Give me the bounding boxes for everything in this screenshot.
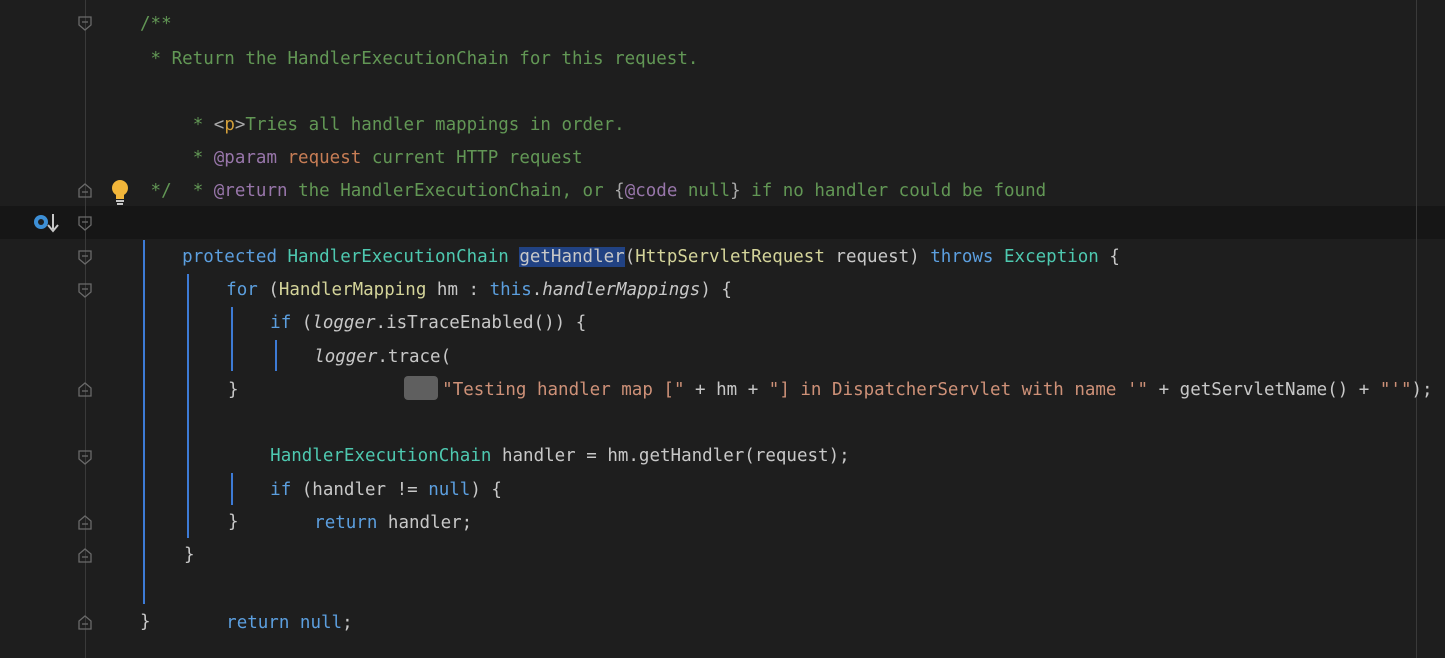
code-line[interactable]: * Return the HandlerExecutionChain for t… bbox=[140, 43, 699, 76]
code-editor[interactable]: /** * Return the HandlerExecutionChain f… bbox=[0, 0, 1445, 658]
fold-open-icon[interactable] bbox=[77, 450, 93, 466]
code-line[interactable]: * @return the HandlerExecutionChain, or … bbox=[140, 142, 1046, 201]
fold-open-icon[interactable] bbox=[77, 16, 93, 32]
code-line[interactable]: } bbox=[228, 506, 239, 539]
javadoc-tag: @code bbox=[624, 181, 678, 201]
code-line[interactable]: "Testing handler map [" + hm + "] in Dis… bbox=[362, 341, 1433, 400]
override-method-icon[interactable] bbox=[32, 211, 60, 235]
keyword: throws bbox=[930, 247, 1005, 267]
code-line[interactable]: } bbox=[228, 374, 239, 407]
code-line[interactable]: } bbox=[140, 606, 151, 639]
brace: ) { bbox=[700, 280, 732, 300]
javadoc-brace: } bbox=[730, 181, 741, 201]
right-margin-guide bbox=[1416, 0, 1417, 658]
brace: ) { bbox=[470, 480, 502, 500]
statement-end: ; bbox=[342, 613, 353, 633]
fold-close-icon[interactable] bbox=[77, 182, 93, 198]
statement-end: ); bbox=[1411, 380, 1433, 400]
code-line[interactable]: for (HandlerMapping hm : this.handlerMap… bbox=[184, 241, 732, 300]
keyword: return bbox=[314, 513, 388, 533]
comment-text: null bbox=[677, 181, 731, 201]
code-line[interactable]: HandlerExecutionChain handler = hm.getHa… bbox=[228, 407, 850, 466]
code-line[interactable]: return handler; bbox=[272, 474, 472, 533]
code-line[interactable]: if (handler != null) { bbox=[228, 441, 502, 500]
brace: { bbox=[1098, 247, 1120, 267]
fold-open-icon[interactable] bbox=[77, 216, 93, 232]
code-line[interactable]: protected HandlerExecutionChain getHandl… bbox=[140, 208, 1120, 267]
string-literal: "'" bbox=[1379, 380, 1412, 400]
code-line[interactable]: * @param request current HTTP request bbox=[140, 109, 583, 168]
lightbulb-icon[interactable] bbox=[109, 178, 131, 206]
string-literal: "Testing handler map [" bbox=[442, 380, 685, 400]
code-line[interactable]: } bbox=[184, 539, 195, 572]
statement: handler; bbox=[387, 513, 473, 533]
code-line[interactable]: logger.trace( bbox=[272, 308, 451, 367]
comment-text: * bbox=[182, 181, 214, 201]
code-line[interactable]: /** bbox=[140, 8, 172, 41]
comment-text: the HandlerExecutionChain, or bbox=[287, 181, 615, 201]
fold-open-icon[interactable] bbox=[77, 250, 93, 266]
fold-open-icon[interactable] bbox=[77, 283, 93, 299]
parameter-hint-icon[interactable] bbox=[404, 376, 439, 400]
javadoc-tag: @return bbox=[213, 181, 288, 201]
fold-close-icon[interactable] bbox=[77, 547, 93, 563]
expression: + hm + bbox=[684, 380, 769, 400]
code-line[interactable]: * <p>Tries all handler mappings in order… bbox=[140, 76, 625, 135]
fold-close-icon[interactable] bbox=[77, 514, 93, 530]
javadoc-brace: { bbox=[614, 181, 625, 201]
fold-close-icon[interactable] bbox=[77, 381, 93, 397]
code-line[interactable]: if (logger.isTraceEnabled()) { bbox=[228, 274, 586, 333]
keyword: return bbox=[226, 613, 300, 633]
code-line[interactable]: */ bbox=[140, 175, 172, 208]
code-line[interactable]: return null; bbox=[184, 574, 352, 633]
type-name: Exception bbox=[1004, 247, 1099, 267]
keyword: null bbox=[299, 613, 343, 633]
param-name: request) bbox=[824, 247, 931, 267]
string-literal: "] in DispatcherServlet with name '" bbox=[768, 380, 1149, 400]
statement: handler = hm.getHandler(request); bbox=[491, 446, 850, 466]
comment-text: if no handler could be found bbox=[740, 181, 1047, 201]
fold-close-icon[interactable] bbox=[77, 614, 93, 630]
expression: + getServletName() + bbox=[1148, 380, 1380, 400]
